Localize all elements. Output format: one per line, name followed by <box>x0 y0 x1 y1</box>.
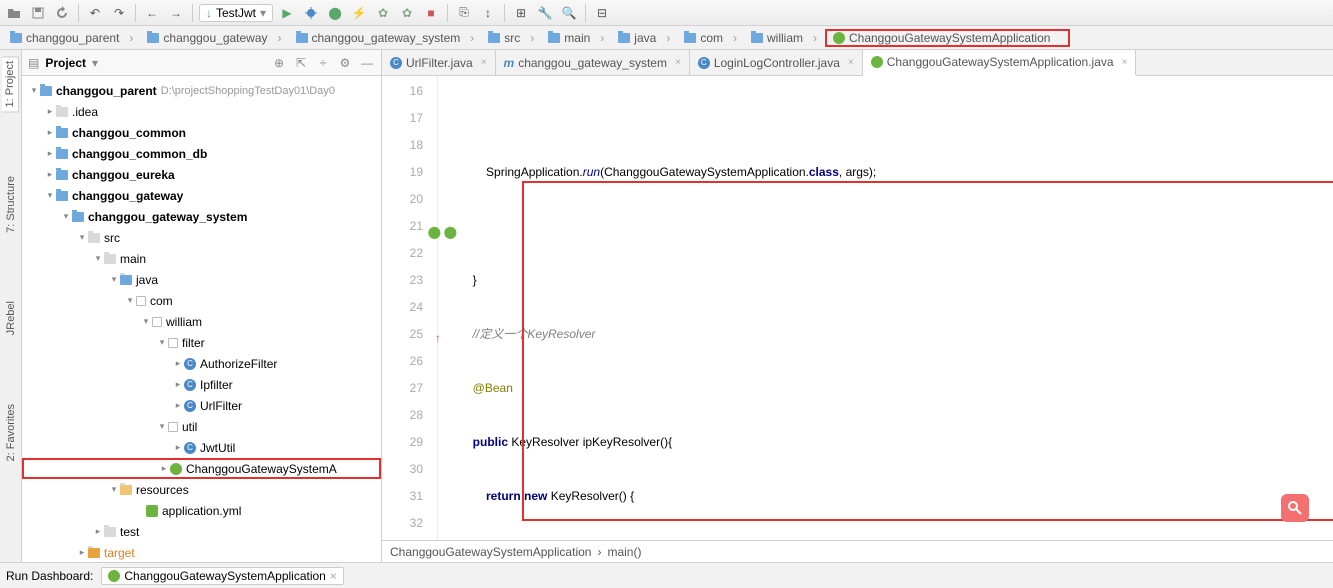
nav-breadcrumb: changgou_parent changgou_gateway changgo… <box>0 26 1333 50</box>
project-tool-window: ▤ Project ▾ ⊕ ⇱ ÷ ⚙ — ▾changgou_parentD:… <box>22 50 382 562</box>
tree-node[interactable]: ▸.idea <box>22 101 381 122</box>
run-icon[interactable]: ▶ <box>277 3 297 23</box>
tab-jrebel[interactable]: JRebel <box>3 297 19 339</box>
attach-icon[interactable]: ✿ <box>373 3 393 23</box>
editor-body[interactable]: 16 17 18 19 20 21⬤⬤ 22 23 24 25↑ 26 27 2… <box>382 76 1333 540</box>
tab-project[interactable]: 1: Project <box>2 56 19 112</box>
gear-icon[interactable]: ⚙ <box>337 55 353 71</box>
profile-icon[interactable]: ⚡ <box>349 3 369 23</box>
attach2-icon[interactable]: ✿ <box>397 3 417 23</box>
tree-node[interactable]: ▸CIpfilter <box>22 374 381 395</box>
search-icon[interactable]: 🔍 <box>559 3 579 23</box>
tree-node[interactable]: ▾main <box>22 248 381 269</box>
editor-breadcrumb: ChanggouGatewaySystemApplication › main(… <box>382 540 1333 562</box>
editor-tabs: CUrlFilter.java× mchanggou_gateway_syste… <box>382 50 1333 76</box>
tree-node-app[interactable]: ▸ChanggouGatewaySystemA <box>22 458 381 479</box>
undo-icon[interactable]: ↶ <box>85 3 105 23</box>
run-dashboard-app[interactable]: ChanggouGatewaySystemApplication × <box>101 567 343 585</box>
diff-icon[interactable]: ↕ <box>478 3 498 23</box>
close-icon[interactable]: × <box>330 569 337 583</box>
editor-tab[interactable]: CUrlFilter.java× <box>382 50 496 75</box>
save-icon[interactable] <box>28 3 48 23</box>
main-toolbar: ↶ ↷ ← → ↓ TestJwt ▾ ▶ ⬤ ⚡ ✿ ✿ ■ ⎘ ↕ ⊞ 🔧 … <box>0 0 1333 26</box>
locate-icon[interactable]: ⊕ <box>271 55 287 71</box>
tree-node[interactable]: ▸changgou_common_db <box>22 143 381 164</box>
panel-title: Project <box>45 56 86 70</box>
editor-area: CUrlFilter.java× mchanggou_gateway_syste… <box>382 50 1333 562</box>
close-icon[interactable]: × <box>1122 57 1128 68</box>
redo-icon[interactable]: ↷ <box>109 3 129 23</box>
tree-node[interactable]: ▸CUrlFilter <box>22 395 381 416</box>
back-icon[interactable]: ← <box>142 3 162 23</box>
breadcrumb-item[interactable]: changgou_gateway <box>141 30 289 46</box>
tree-node[interactable]: ▾william <box>22 311 381 332</box>
status-bar: Run Dashboard: ChanggouGatewaySystemAppl… <box>0 562 1333 588</box>
run-config-label: TestJwt <box>216 6 256 20</box>
code-editor[interactable]: SpringApplication.run(ChanggouGatewaySys… <box>438 76 1333 540</box>
editor-tab[interactable]: mchanggou_gateway_system× <box>496 50 690 75</box>
editor-tab[interactable]: CLoginLogController.java× <box>690 50 863 75</box>
breadcrumb-item[interactable]: src <box>482 30 542 46</box>
breadcrumb-item[interactable]: william <box>745 30 825 46</box>
close-icon[interactable]: × <box>848 57 854 68</box>
tree-node[interactable]: ▾src <box>22 227 381 248</box>
close-icon[interactable]: × <box>481 57 487 68</box>
tree-node[interactable]: application.yml <box>22 500 381 521</box>
project-panel-header: ▤ Project ▾ ⊕ ⇱ ÷ ⚙ — <box>22 50 381 76</box>
close-icon[interactable]: × <box>675 57 681 68</box>
tree-node[interactable]: ▸test <box>22 521 381 542</box>
tree-node[interactable]: ▾changgou_gateway <box>22 185 381 206</box>
tree-node[interactable]: ▸changgou_common <box>22 122 381 143</box>
tree-node[interactable]: ▸target <box>22 542 381 562</box>
stop-icon[interactable]: ■ <box>421 3 441 23</box>
search-bubble-icon[interactable] <box>1281 494 1309 522</box>
tree-node[interactable]: ▾changgou_gateway_system <box>22 206 381 227</box>
tree-root[interactable]: ▾changgou_parentD:\projectShoppingTestDa… <box>22 80 381 101</box>
breadcrumb-item[interactable]: com <box>678 30 745 46</box>
tree-node[interactable]: ▾java <box>22 269 381 290</box>
tab-favorites[interactable]: 2: Favorites <box>3 400 19 465</box>
breadcrumb-item[interactable]: java <box>612 30 678 46</box>
tree-node[interactable]: ▾com <box>22 290 381 311</box>
breadcrumb-item[interactable]: changgou_gateway_system <box>290 30 483 46</box>
structure-icon[interactable]: ⊞ <box>511 3 531 23</box>
line-gutter[interactable]: 16 17 18 19 20 21⬤⬤ 22 23 24 25↑ 26 27 2… <box>382 76 438 540</box>
coverage-icon[interactable]: ⬤ <box>325 3 345 23</box>
breadcrumb-item-current[interactable]: ChanggouGatewaySystemApplication <box>825 29 1070 47</box>
tree-node[interactable]: ▾filter <box>22 332 381 353</box>
bc-item[interactable]: ChanggouGatewaySystemApplication <box>390 545 591 559</box>
tab-structure[interactable]: 7: Structure <box>3 172 19 237</box>
vcs-icon[interactable]: ⎘ <box>454 3 474 23</box>
tree-node[interactable]: ▸CJwtUtil <box>22 437 381 458</box>
open-icon[interactable] <box>4 3 24 23</box>
refresh-icon[interactable] <box>52 3 72 23</box>
breadcrumb-item[interactable]: changgou_parent <box>4 30 141 46</box>
tree-node[interactable]: ▾resources <box>22 479 381 500</box>
debug-icon[interactable] <box>301 3 321 23</box>
collapse-icon[interactable]: ⇱ <box>293 55 309 71</box>
tree-node[interactable]: ▸changgou_eureka <box>22 164 381 185</box>
project-tree[interactable]: ▾changgou_parentD:\projectShoppingTestDa… <box>22 76 381 562</box>
tree-node[interactable]: ▸CAuthorizeFilter <box>22 353 381 374</box>
breadcrumb-item[interactable]: main <box>542 30 612 46</box>
layout-icon[interactable]: ⊟ <box>592 3 612 23</box>
editor-tab-active[interactable]: ChanggouGatewaySystemApplication.java× <box>863 50 1137 76</box>
settings-icon[interactable]: 🔧 <box>535 3 555 23</box>
run-dashboard-label: Run Dashboard: <box>6 569 93 583</box>
expand-icon[interactable]: ÷ <box>315 55 331 71</box>
run-config-selector[interactable]: ↓ TestJwt ▾ <box>199 4 273 22</box>
tool-window-tabs: 1: Project 7: Structure JRebel 2: Favori… <box>0 50 22 562</box>
hide-icon[interactable]: — <box>359 55 375 71</box>
bc-item[interactable]: main() <box>607 545 641 559</box>
tree-node[interactable]: ▾util <box>22 416 381 437</box>
forward-icon[interactable]: → <box>166 3 186 23</box>
